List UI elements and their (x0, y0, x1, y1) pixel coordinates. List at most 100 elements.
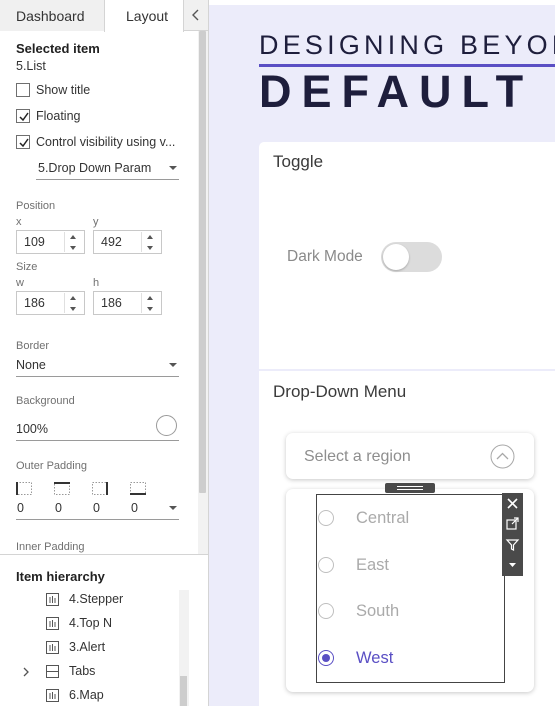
background-opacity-field[interactable]: 100% (16, 421, 179, 441)
padding-right-icon[interactable] (92, 482, 108, 495)
hierarchy-item-label: 4.Top N (69, 616, 113, 630)
background-color-swatch[interactable] (156, 415, 177, 436)
hierarchy-scrollbar[interactable] (179, 590, 189, 706)
filter-icon[interactable] (505, 537, 520, 552)
show-title-checkbox[interactable] (16, 83, 30, 97)
increment-icon[interactable] (64, 232, 84, 242)
control-visibility-label: Control visibility using v... (36, 135, 176, 149)
chevron-down-icon (169, 166, 177, 170)
show-title-label: Show title (36, 83, 91, 97)
region-option-west[interactable]: West (318, 644, 504, 674)
hierarchy-item-label: 6.Map (69, 688, 104, 702)
radio-button[interactable] (318, 603, 334, 619)
panel-scroll-thumb[interactable] (199, 31, 206, 493)
decrement-icon[interactable] (141, 243, 161, 253)
item-hierarchy-title: Item hierarchy (16, 569, 105, 584)
sheet-icon (46, 593, 59, 606)
radio-button-selected[interactable] (318, 650, 334, 666)
region-option-central[interactable]: Central (318, 504, 504, 534)
open-external-icon[interactable] (505, 516, 520, 531)
dropdown-card-title: Drop-Down Menu (273, 382, 407, 401)
hierarchy-item[interactable]: 4.Stepper (0, 588, 178, 612)
border-value: None (16, 358, 46, 372)
sheet-icon (46, 617, 59, 630)
visibility-param-value: 5.Drop Down Param (38, 161, 152, 175)
padding-left-icon[interactable] (16, 482, 32, 495)
panel-tabs: Dashboard Layout (0, 0, 208, 32)
dark-mode-toggle[interactable] (381, 242, 442, 272)
tab-dashboard[interactable]: Dashboard (0, 0, 104, 31)
toggle-card: Toggle Dark Mode (259, 142, 555, 369)
hierarchy-item-tabs[interactable]: Tabs (0, 660, 178, 684)
size-h-stepper[interactable]: 186 (93, 291, 162, 315)
position-label: Position (16, 200, 56, 212)
floating-checkbox[interactable] (16, 109, 30, 123)
outer-padding-values[interactable]: 0 0 0 0 (16, 500, 179, 520)
y-label: y (93, 216, 99, 228)
visibility-param-dropdown[interactable]: 5.Drop Down Param (36, 160, 179, 180)
tab-layout[interactable]: Layout (104, 0, 184, 32)
dark-mode-label: Dark Mode (287, 248, 363, 265)
hierarchy-item-label: 4.Stepper (69, 592, 124, 606)
header-title-line1: DESIGNING BEYOND (259, 30, 555, 60)
decrement-icon[interactable] (141, 304, 161, 314)
radio-button[interactable] (318, 557, 334, 573)
radio-button[interactable] (318, 510, 334, 526)
container-icon (46, 665, 59, 678)
header-title-line2: DEFAULT (259, 66, 534, 117)
padding-bottom-value: 0 (131, 501, 138, 515)
decrement-icon[interactable] (64, 243, 84, 253)
collapse-panel-icon[interactable] (189, 7, 203, 23)
chevron-right-icon[interactable] (22, 667, 30, 677)
floating-object-toolbar (502, 493, 523, 576)
padding-right-value: 0 (93, 501, 100, 515)
dashboard-canvas: DESIGNING BEYOND DEFAULT Toggle Dark Mod… (209, 0, 555, 706)
position-y-stepper[interactable]: 492 (93, 230, 162, 254)
hierarchy-item[interactable]: 4.Top N (0, 612, 178, 636)
checkmark-icon (19, 138, 29, 148)
close-icon[interactable] (505, 496, 520, 511)
w-label: w (16, 277, 24, 289)
position-x-stepper[interactable]: 109 (16, 230, 85, 254)
increment-icon[interactable] (64, 293, 84, 303)
hierarchy-item[interactable]: 3.Alert (0, 636, 178, 660)
decrement-icon[interactable] (64, 304, 84, 314)
region-list: Central East South West (316, 494, 505, 683)
hierarchy-scroll-thumb[interactable] (180, 676, 187, 706)
region-option-east[interactable]: East (318, 551, 504, 581)
padding-top-icon[interactable] (54, 482, 70, 495)
more-options-icon[interactable] (505, 557, 520, 572)
inner-padding-label: Inner Padding (16, 541, 85, 553)
region-option-label: Central (356, 509, 410, 527)
chevron-down-icon (169, 506, 177, 510)
h-label: h (93, 277, 100, 289)
border-label: Border (16, 340, 50, 352)
region-select[interactable]: Select a region (286, 433, 534, 479)
size-label: Size (16, 261, 38, 273)
region-option-label: West (356, 649, 394, 667)
control-visibility-checkbox[interactable] (16, 135, 30, 149)
region-option-label: East (356, 556, 390, 574)
floating-label: Floating (36, 109, 81, 123)
size-w-stepper[interactable]: 186 (16, 291, 85, 315)
chevron-up-icon[interactable] (490, 444, 515, 469)
increment-icon[interactable] (141, 293, 161, 303)
position-x-value: 109 (24, 235, 45, 249)
region-option-label: South (356, 602, 400, 620)
region-option-south[interactable]: South (318, 597, 504, 627)
drag-handle[interactable] (385, 483, 435, 493)
sheet-icon (46, 641, 59, 654)
background-opacity-value: 100% (16, 422, 48, 436)
padding-top-value: 0 (55, 501, 62, 515)
padding-bottom-icon[interactable] (130, 482, 146, 495)
layout-side-panel: Dashboard Layout Selected item 5.List Sh… (0, 0, 209, 706)
position-y-value: 492 (101, 235, 122, 249)
selected-item-name: 5.List (16, 59, 46, 73)
hierarchy-item-label: 3.Alert (69, 640, 106, 654)
chevron-down-icon (169, 363, 177, 367)
hierarchy-item[interactable]: 6.Map (0, 684, 178, 706)
size-h-value: 186 (101, 296, 122, 310)
panel-scrollbar[interactable] (198, 31, 208, 554)
increment-icon[interactable] (141, 232, 161, 242)
border-dropdown[interactable]: None (16, 357, 179, 377)
